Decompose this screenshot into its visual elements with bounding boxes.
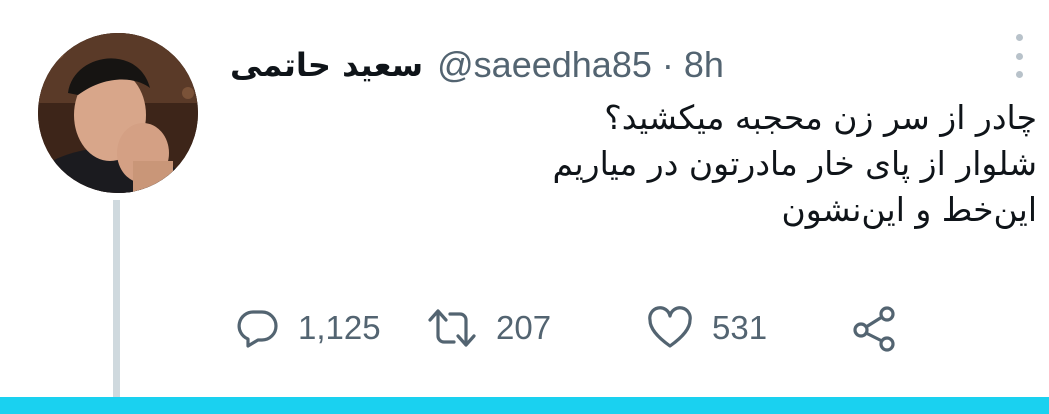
separator-dot: · (661, 44, 674, 85)
like-button[interactable]: 531 (646, 306, 851, 350)
tweet-text: چادر از سر زن محجبه میکشید؟ شلوار از پای… (247, 95, 1037, 233)
share-icon (853, 306, 895, 352)
tweet-line-2: شلوار از پای خار مادرتون در میاریم (552, 144, 1037, 183)
timestamp[interactable]: 8h (684, 44, 724, 86)
retweet-button[interactable]: 207 (426, 306, 646, 350)
like-count: 531 (712, 309, 768, 346)
reply-icon (237, 310, 278, 348)
tweet-card[interactable]: سعید حاتمی @saeedha85 · 8h چادر از سر زن… (0, 0, 1049, 414)
retweet-icon (428, 309, 476, 347)
reply-button[interactable]: 1,125 (236, 306, 426, 350)
tweet-line-1: چادر از سر زن محجبه میکشید؟ (604, 98, 1037, 137)
retweet-count: 207 (496, 309, 552, 346)
avatar-image (38, 33, 198, 193)
tweet-line-3: این‌خط و این‌نشون (781, 190, 1038, 229)
bottom-highlight-bar (0, 397, 1049, 414)
heart-icon (648, 306, 692, 348)
avatar[interactable] (38, 33, 198, 193)
action-bar: 1,125 207 531 (236, 302, 899, 354)
share-button[interactable] (851, 304, 899, 352)
more-vertical-icon (1015, 34, 1023, 41)
more-options-button[interactable] (1007, 34, 1031, 78)
tweet-header: سعید حاتمی @saeedha85 · 8h (230, 40, 989, 90)
thread-line (113, 200, 120, 400)
reply-count: 1,125 (298, 309, 381, 346)
display-name[interactable]: سعید حاتمی (230, 46, 423, 84)
user-handle[interactable]: @saeedha85 (437, 44, 652, 86)
